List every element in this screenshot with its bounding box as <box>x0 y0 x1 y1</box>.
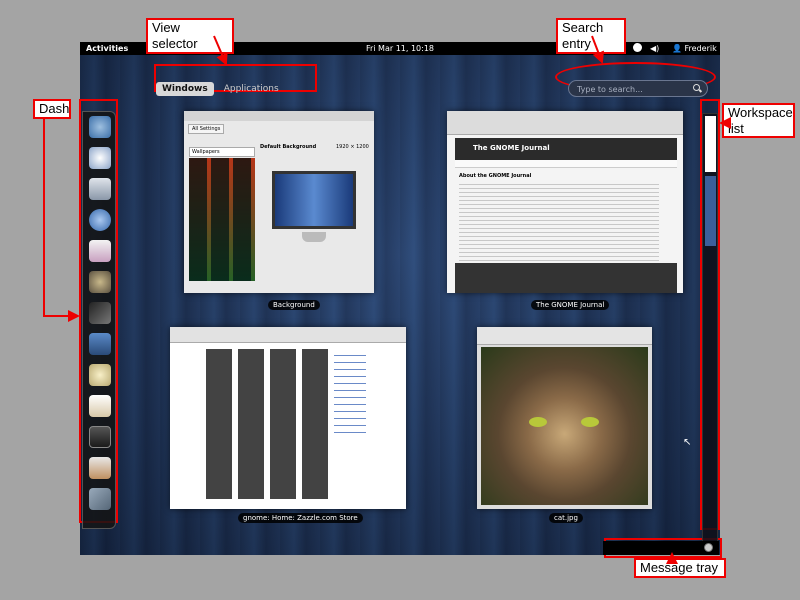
arrow-search-entry <box>591 35 605 64</box>
annotation-arrows <box>43 35 731 564</box>
arrow-dash <box>43 117 80 322</box>
arrow-view-selector <box>213 35 228 66</box>
